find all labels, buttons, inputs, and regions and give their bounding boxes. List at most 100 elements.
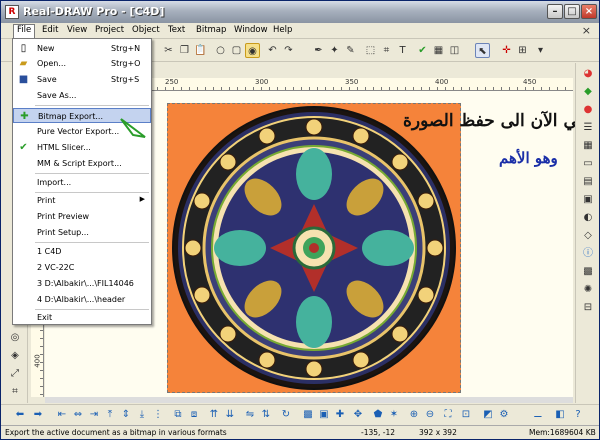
node-edit-icon[interactable]: ◈ (8, 349, 22, 363)
menu-item-import[interactable]: Import... (13, 175, 151, 190)
preview-icon[interactable]: ◩ (481, 408, 495, 422)
red-shape-icon[interactable]: ● (581, 103, 595, 117)
flip-h-icon[interactable]: ⇋ (243, 408, 257, 422)
transparency-icon[interactable]: ◐ (581, 211, 595, 225)
node-tool-icon[interactable]: ◉ (245, 43, 260, 58)
rotate-icon[interactable]: ↻ (279, 408, 293, 422)
cut-icon[interactable]: ✂ (161, 43, 176, 58)
menu-item-recent-4[interactable]: 4 D:\Albakir\...\header (13, 292, 151, 307)
crosshair-icon[interactable]: ✛ (499, 43, 514, 58)
align-top-icon[interactable]: ⤒ (103, 408, 117, 422)
flip-v-icon[interactable]: ⇅ (259, 408, 273, 422)
menu-item-open[interactable]: ▰ Open... Strg+O (13, 56, 151, 71)
menu-item-html-slicer[interactable]: ✔ HTML Slicer... (13, 140, 151, 155)
toolbar-overflow-icon[interactable]: ▾ (533, 43, 548, 58)
fit-page-icon[interactable]: ⛶ (441, 408, 455, 422)
text-tool-icon[interactable]: T (395, 43, 410, 58)
texture-icon[interactable]: ▩ (581, 265, 595, 279)
ellipse-tool-icon[interactable]: ◎ (8, 331, 22, 345)
grid-panel-icon[interactable]: ▦ (581, 139, 595, 153)
menu-file[interactable]: File (13, 24, 36, 39)
arrow-left-icon[interactable]: ⬅ (13, 408, 27, 422)
ungroup-icon[interactable]: ⧈ (187, 408, 201, 422)
menu-project[interactable]: Project (95, 25, 124, 35)
zoom-out-icon[interactable]: ⊖ (423, 408, 437, 422)
stroke-icon[interactable]: ▭ (581, 157, 595, 171)
settings-icon[interactable]: ⚙ (497, 408, 511, 422)
arrow-right-icon[interactable]: ➡ (31, 408, 45, 422)
snap-icon[interactable]: ⊞ (515, 43, 530, 58)
star-icon[interactable]: ✶ (387, 408, 401, 422)
menu-window[interactable]: Window (234, 25, 268, 35)
shadow-icon[interactable]: ▣ (581, 193, 595, 207)
undo-icon[interactable]: ↶ (265, 43, 280, 58)
shape-icon[interactable]: ⬟ (371, 408, 385, 422)
group-icon[interactable]: ⧉ (171, 408, 185, 422)
zoom-in-icon[interactable]: ⊕ (407, 408, 421, 422)
effects-icon[interactable]: ✺ (581, 283, 595, 297)
menu-item-mm-script-export[interactable]: MM & Script Export... (13, 156, 151, 171)
color-palette-icon[interactable]: ◕ (581, 67, 595, 81)
fill-icon[interactable]: ◆ (581, 85, 595, 99)
horizontal-scrollbar[interactable] (45, 397, 573, 403)
align-middle-icon[interactable]: ⇕ (119, 408, 133, 422)
distribute-icon[interactable]: ⋮ (151, 408, 165, 422)
close-button[interactable]: × (581, 4, 597, 19)
frame-icon[interactable]: ▣ (317, 408, 331, 422)
menu-item-print-setup[interactable]: Print Setup... (13, 225, 151, 240)
status-icon[interactable]: ◧ (553, 408, 567, 422)
menu-view[interactable]: View (67, 25, 87, 35)
align-left-icon[interactable]: ⇤ (55, 408, 69, 422)
guides-icon[interactable]: ✚ (333, 408, 347, 422)
grid-icon[interactable]: ▦ (431, 43, 446, 58)
magic-wand-icon[interactable]: ✦ (327, 43, 342, 58)
align-bottom-icon[interactable]: ⤓ (135, 408, 149, 422)
copy-icon[interactable]: ❐ (177, 43, 192, 58)
mandala-artwork[interactable] (167, 103, 461, 393)
pointer-icon[interactable]: ⬉ (475, 43, 490, 58)
actual-size-icon[interactable]: ⊡ (459, 408, 473, 422)
transform-tool-icon[interactable]: ⤢ (8, 367, 22, 381)
info-icon[interactable]: ⓘ (581, 247, 595, 261)
layers-icon[interactable]: ☰ (581, 121, 595, 135)
order-front-icon[interactable]: ⇈ (207, 408, 221, 422)
menu-item-save-as[interactable]: Save As... (13, 88, 151, 103)
align-center-icon[interactable]: ⇔ (71, 408, 85, 422)
app-icon[interactable]: R (5, 5, 19, 19)
maximize-button[interactable]: □ (564, 4, 580, 19)
redo-icon[interactable]: ↷ (281, 43, 296, 58)
menu-item-save[interactable]: ■ Save Strg+S (13, 72, 151, 87)
document-close-icon[interactable]: × (582, 24, 591, 37)
bevel-icon[interactable]: ◇ (581, 229, 595, 243)
help-icon[interactable]: ? (571, 408, 585, 422)
menu-bitmap[interactable]: Bitmap (196, 25, 226, 35)
select-icon[interactable]: ⬚ (363, 43, 378, 58)
menu-item-exit[interactable]: Exit (13, 310, 151, 325)
menu-item-new[interactable]: ▯ New Strg+N (13, 41, 151, 56)
square-tool-icon[interactable]: ▢ (229, 43, 244, 58)
menu-text[interactable]: Text (168, 25, 185, 35)
menu-help[interactable]: Help (273, 25, 292, 35)
menu-item-recent-1[interactable]: 1 C4D (13, 244, 151, 259)
menu-item-recent-2[interactable]: 2 VC-22C (13, 260, 151, 275)
minimize-button[interactable]: – (547, 4, 563, 19)
menu-item-recent-3[interactable]: 3 D:\Albakir\...\FIL14046 (13, 276, 151, 291)
pattern-icon[interactable]: ▩ (301, 408, 315, 422)
eyedropper-icon[interactable]: ✒ (311, 43, 326, 58)
order-back-icon[interactable]: ⇊ (223, 408, 237, 422)
gradient-icon[interactable]: ▤ (581, 175, 595, 189)
move-icon[interactable]: ✥ (351, 408, 365, 422)
view-icon[interactable]: ◫ (447, 43, 462, 58)
menu-item-print[interactable]: Print ▶ (13, 193, 151, 208)
paste-icon[interactable]: 📋 (193, 43, 208, 58)
check-icon[interactable]: ✔ (415, 43, 430, 58)
slider-icon[interactable]: ⚊ (531, 408, 545, 422)
align-right-icon[interactable]: ⇥ (87, 408, 101, 422)
menu-item-print-preview[interactable]: Print Preview (13, 209, 151, 224)
crop-icon[interactable]: ⌗ (379, 43, 394, 58)
crop-tool-icon[interactable]: ⌗ (8, 385, 22, 399)
menu-object[interactable]: Object (132, 25, 160, 35)
circle-tool-icon[interactable]: ○ (213, 43, 228, 58)
menu-edit[interactable]: Edit (42, 25, 58, 35)
brush-icon[interactable]: ✎ (343, 43, 358, 58)
